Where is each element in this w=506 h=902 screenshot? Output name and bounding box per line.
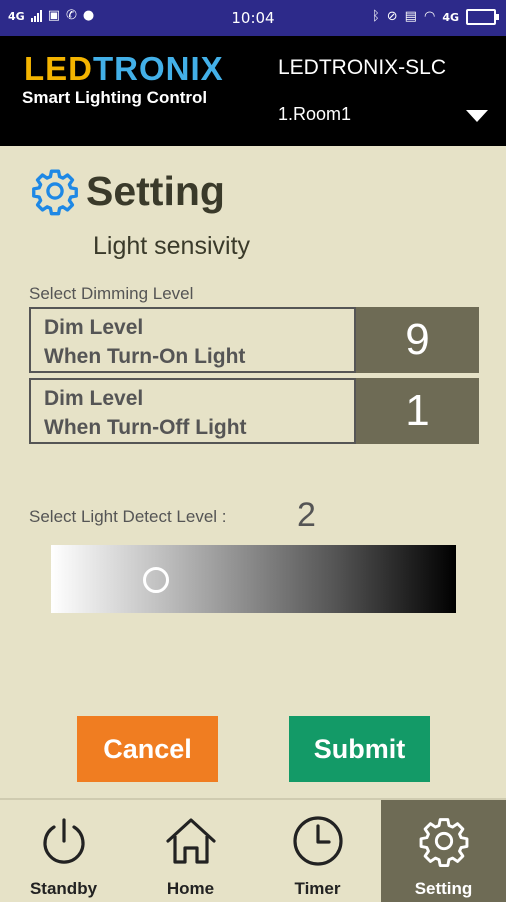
dim-turn-on-value[interactable]: 9 [356, 307, 479, 373]
nav-item-home[interactable]: Home [127, 800, 254, 902]
cancel-button[interactable]: Cancel [77, 716, 218, 782]
nav-label-setting: Setting [414, 879, 473, 898]
status-bar: 4G ▣ ✆ ● 10:04 ᛒ ⊘ ▤ ◠ 4G [0, 0, 506, 36]
dropdown-caret-icon [466, 110, 488, 122]
nav-item-standby[interactable]: Standby [0, 800, 127, 902]
dim-turn-off-value[interactable]: 1 [356, 378, 479, 444]
bluetooth-icon: ᛒ [371, 9, 380, 24]
brand-led: LED [24, 50, 93, 87]
battery-icon [466, 9, 499, 25]
clock-icon [292, 816, 343, 866]
dim-turn-on-line1: Dim Level [44, 316, 144, 339]
app-header: LEDTRONIX Smart Lighting Control LEDTRON… [0, 36, 506, 146]
dim-turn-on-line2: When Turn-On Light [44, 345, 246, 368]
dim-turn-off-label: Dim Level When Turn-Off Light [29, 378, 356, 444]
brand-logo: LEDTRONIX [24, 50, 224, 88]
nav-item-timer[interactable]: Timer [254, 800, 381, 902]
mute-icon: ⊘ [386, 9, 398, 24]
nav-item-setting[interactable]: Setting [381, 800, 506, 902]
nav-label-home: Home [166, 879, 215, 898]
dim-turn-off-row: Dim Level When Turn-Off Light 1 [29, 378, 479, 444]
nav-label-timer: Timer [294, 879, 341, 898]
dim-turn-on-label: Dim Level When Turn-On Light [29, 307, 356, 373]
home-icon [165, 818, 216, 864]
bottom-nav: Standby Home Timer Setting [0, 798, 506, 902]
nav-label-standby: Standby [29, 879, 98, 898]
brand-subtitle: Smart Lighting Control [22, 88, 208, 107]
device-name: LEDTRONIX-SLC [278, 56, 447, 79]
light-detect-value: 2 [297, 496, 316, 534]
slider-thumb[interactable] [143, 567, 169, 593]
wifi-icon: ◠ [423, 9, 436, 24]
volte-icon: ▤ [404, 9, 417, 24]
gear-icon [32, 169, 78, 216]
submit-button[interactable]: Submit [289, 716, 430, 782]
power-icon [42, 818, 85, 864]
gear-icon [419, 818, 468, 867]
light-detect-slider[interactable] [51, 545, 456, 613]
room-dropdown[interactable]: 1.Room1 [278, 104, 488, 130]
dimming-section-label: Select Dimming Level [29, 284, 194, 303]
dim-turn-off-line2: When Turn-Off Light [44, 416, 247, 439]
dim-turn-on-row: Dim Level When Turn-On Light 9 [29, 307, 479, 373]
network-type-right: 4G [442, 10, 459, 24]
dim-turn-off-line1: Dim Level [44, 387, 144, 410]
light-detect-label: Select Light Detect Level : [29, 507, 227, 526]
page-subtitle: Light sensivity [93, 232, 251, 260]
brand-tronix: TRONIX [93, 50, 224, 87]
room-selected-label: 1.Room1 [278, 104, 352, 124]
page-title: Setting [86, 168, 225, 214]
